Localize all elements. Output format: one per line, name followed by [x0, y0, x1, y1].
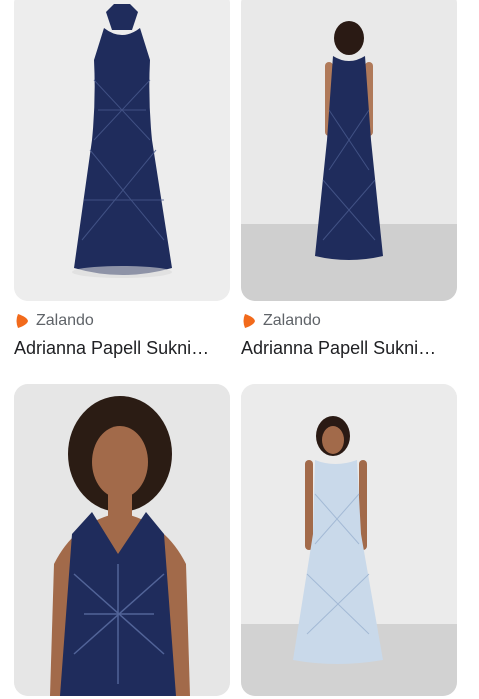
zalando-logo-icon [16, 314, 28, 328]
source-name: Zalando [36, 312, 94, 329]
dress-image-model-back [241, 0, 457, 301]
product-title[interactable]: Adrianna Papell Sukni… [14, 338, 230, 359]
dress-image-model-closeup [14, 384, 230, 696]
zalando-logo-icon [243, 314, 255, 328]
source-name: Zalando [263, 312, 321, 329]
product-image[interactable] [14, 0, 230, 301]
product-image[interactable] [14, 384, 230, 696]
product-image[interactable] [241, 0, 457, 301]
product-image[interactable] [241, 384, 457, 696]
source-row[interactable]: Zalando [14, 310, 94, 332]
dress-image-model-light-blue [241, 384, 457, 696]
source-row[interactable]: Zalando [241, 310, 321, 332]
product-title[interactable]: Adrianna Papell Sukni… [241, 338, 457, 359]
dress-image-navy-gown [14, 0, 230, 301]
